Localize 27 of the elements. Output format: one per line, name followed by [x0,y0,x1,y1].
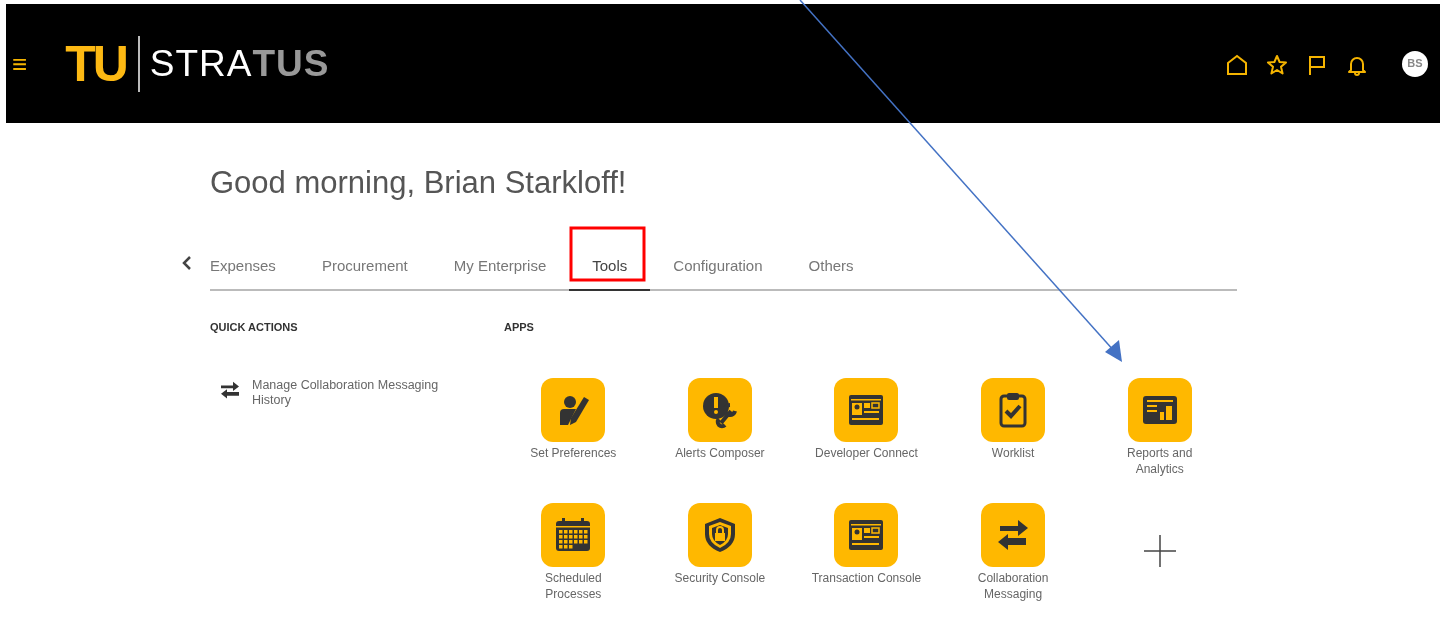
app-tile[interactable]: Set Preferences [500,377,647,477]
greeting: Good morning, Brian Starkloff! [210,164,628,202]
app-tile[interactable]: Scheduled Processes [500,502,647,603]
calendar-icon [554,515,593,554]
menu-button[interactable]: ≡ [12,50,28,77]
app-tile[interactable]: Security Console [646,502,794,603]
app-tile[interactable]: Developer Connect [793,377,940,477]
logo: TU STRATUS [64,35,330,92]
quick-action-link[interactable]: Manage Collaboration Messaging History [220,377,452,409]
app-tile[interactable]: Alerts Composer [646,377,794,477]
section-heading: APPS [504,320,535,335]
user-avatar[interactable]: BS [1402,50,1428,77]
tab[interactable]: Tools [569,244,651,291]
tab[interactable]: Procurement [298,244,431,291]
star-icon[interactable] [1266,52,1288,75]
alert-wrench-icon [700,390,739,429]
section-heading: QUICK ACTIONS [210,320,299,335]
tab[interactable]: Others [785,244,877,291]
tab[interactable]: Expenses [210,244,299,291]
tab[interactable]: My Enterprise [430,244,570,291]
app-tile[interactable]: Reports and Analytics [1086,377,1233,477]
home-icon[interactable] [1226,52,1248,75]
app-tile[interactable]: Collaboration Messaging [939,502,1087,603]
app-tile[interactable]: Worklist [939,377,1087,477]
app-tile[interactable]: Transaction Console [793,502,940,603]
tab[interactable]: Configuration [650,244,786,291]
add-icon[interactable] [1141,532,1178,569]
